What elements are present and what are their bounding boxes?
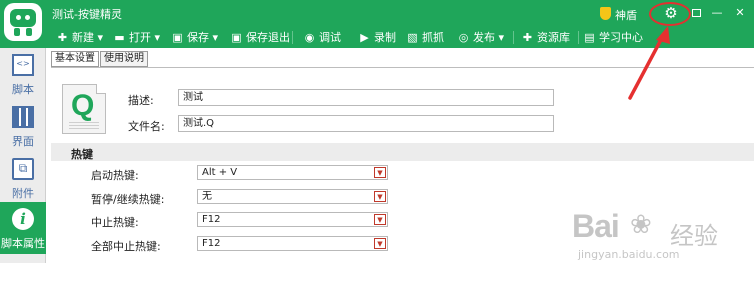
info-icon: i — [12, 208, 34, 230]
stop-all-hotkey-select[interactable]: F12 ▼ — [197, 236, 388, 251]
save-icon: ▣ — [172, 31, 183, 44]
publish-icon: ◎ — [458, 31, 469, 44]
window-title: 测试-按键精灵 — [52, 8, 122, 21]
sidebar: <> 脚本 界面 ⧉ 附件 i 脚本属性 — [0, 48, 46, 263]
debug-icon: ◉ — [304, 31, 315, 44]
tab-basic-settings[interactable]: 基本设置 — [51, 51, 99, 67]
description-label: 描述: — [128, 94, 154, 107]
stop-hotkey-label: 中止热键: — [91, 216, 139, 229]
logo-face — [10, 9, 36, 27]
toolbar-divider — [578, 31, 579, 44]
paw-icon: ❀ — [630, 210, 652, 240]
watermark-brand: Bai — [572, 208, 620, 244]
dropdown-arrow-icon[interactable]: ▼ — [374, 167, 386, 178]
window-menu-button[interactable] — [689, 6, 703, 20]
sidebar-item-script[interactable]: <> 脚本 — [0, 48, 46, 100]
new-label: 新建 — [72, 31, 94, 44]
hotkey-section-title: 热键 — [71, 148, 93, 161]
app-logo — [4, 3, 42, 41]
filename-input[interactable]: 测试.Q — [178, 115, 554, 132]
open-button[interactable]: ▬ 打开 ▾ — [113, 29, 160, 46]
new-button[interactable]: ✚ 新建 ▾ — [56, 29, 103, 46]
stop-hotkey-select[interactable]: F12 ▼ — [197, 212, 388, 227]
sidebar-item-label: 附件 — [12, 187, 34, 200]
sidebar-item-label: 脚本 — [12, 83, 34, 96]
save-exit-label: 保存退出 — [246, 31, 290, 44]
baidu-watermark: Bai ❀ 经验 jingyan.baidu.com — [572, 208, 752, 268]
pause-hotkey-label: 暂停/继续热键: — [91, 193, 165, 206]
file-lines — [69, 121, 99, 129]
debug-label: 调试 — [319, 31, 341, 44]
dropdown-arrow-icon[interactable]: ▼ — [374, 214, 386, 225]
library-icon: ✚ — [522, 31, 533, 44]
record-button[interactable]: ▶ 录制 — [358, 29, 396, 46]
plus-icon: ✚ — [57, 31, 68, 44]
publish-button[interactable]: ◎ 发布 ▾ — [457, 29, 504, 46]
start-hotkey-label: 启动热键: — [91, 169, 139, 182]
tab-usage-notes[interactable]: 使用说明 — [100, 51, 148, 67]
publish-label: 发布 — [473, 31, 495, 44]
sidebar-item-attachment[interactable]: ⧉ 附件 — [0, 152, 46, 204]
book-icon: ▤ — [584, 31, 595, 44]
start-hotkey-select[interactable]: Alt + V ▼ — [197, 165, 388, 180]
file-letter: Q — [71, 89, 95, 122]
folder-icon: ▬ — [114, 31, 125, 44]
pause-hotkey-select[interactable]: 无 ▼ — [197, 189, 388, 204]
capture-button[interactable]: ▧ 抓抓 — [406, 29, 444, 46]
stop-all-hotkey-label: 全部中止热键: — [91, 240, 161, 253]
minimize-button[interactable]: — — [710, 6, 724, 20]
description-input[interactable]: 测试 — [178, 89, 554, 106]
logo-eye-right — [25, 15, 30, 20]
annotation-arrow — [628, 26, 670, 100]
sidebar-item-ui[interactable]: 界面 — [0, 100, 46, 152]
attachment-icon: ⧉ — [12, 158, 34, 180]
sidebar-item-script-properties[interactable]: i 脚本属性 — [0, 202, 46, 254]
capture-label: 抓抓 — [422, 31, 444, 44]
save-button[interactable]: ▣ 保存 ▾ — [171, 29, 218, 46]
dropdown-arrow-icon[interactable]: ▼ — [374, 238, 386, 249]
debug-button[interactable]: ◉ 调试 — [303, 29, 341, 46]
q-file-icon: Q — [62, 84, 106, 134]
save-label: 保存 — [187, 31, 209, 44]
filename-label: 文件名: — [128, 120, 165, 133]
script-icon: <> — [12, 54, 34, 76]
save-exit-button[interactable]: ▣ 保存退出 — [230, 29, 290, 46]
menu-box-icon — [691, 9, 701, 17]
hotkey-section-header — [51, 143, 754, 161]
open-label: 打开 — [129, 31, 151, 44]
logo-eye-left — [16, 15, 21, 20]
logo-leg-right — [26, 28, 32, 36]
shield-icon[interactable] — [600, 7, 611, 20]
sidebar-item-label: 脚本属性 — [1, 237, 45, 250]
start-hotkey-value: Alt + V — [202, 167, 238, 178]
library-label: 资源库 — [537, 31, 570, 44]
logo-leg-left — [14, 28, 20, 36]
toolbar-divider — [292, 31, 293, 44]
ui-icon — [12, 106, 34, 128]
toolbar-divider — [513, 31, 514, 44]
record-icon: ▶ — [360, 31, 369, 44]
close-button[interactable]: ✕ — [733, 6, 747, 20]
file-fold — [96, 84, 106, 94]
library-button[interactable]: ✚ 资源库 — [521, 29, 570, 46]
save-exit-icon: ▣ — [231, 31, 242, 44]
watermark-url: jingyan.baidu.com — [578, 248, 680, 261]
sidebar-item-label: 界面 — [12, 135, 34, 148]
record-label: 录制 — [374, 31, 396, 44]
pause-hotkey-value: 无 — [202, 191, 212, 202]
dropdown-arrow-icon[interactable]: ▼ — [374, 191, 386, 202]
watermark-brand-cn: 经验 — [670, 222, 718, 250]
stop-hotkey-value: F12 — [202, 214, 221, 225]
stop-all-hotkey-value: F12 — [202, 238, 221, 249]
capture-icon: ▧ — [407, 31, 418, 44]
